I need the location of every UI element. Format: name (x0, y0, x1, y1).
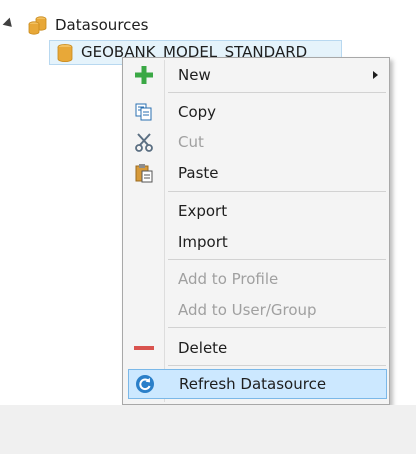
menu-item-export[interactable]: Export (126, 197, 386, 225)
menu-separator (168, 191, 386, 192)
menu-item-label: Copy (178, 103, 217, 121)
menu-item-paste[interactable]: Paste (126, 159, 386, 187)
bottom-panel (0, 405, 416, 454)
refresh-icon (136, 375, 154, 393)
menu-item-label: Add to User/Group (178, 301, 317, 319)
menu-item-import[interactable]: Import (126, 228, 386, 256)
menu-item-label: Paste (178, 164, 219, 182)
menu-item-label: Import (178, 233, 228, 251)
tree-root-label[interactable]: Datasources (55, 14, 148, 36)
menu-item-new[interactable]: New (126, 61, 386, 89)
menu-item-label: Delete (178, 339, 228, 357)
paste-icon (135, 164, 153, 183)
copy-icon (135, 103, 152, 121)
context-menu: New Copy Cut Paste Export Import Add to … (122, 57, 390, 405)
menu-item-label: Add to Profile (178, 270, 279, 288)
menu-item-refresh-datasource[interactable]: Refresh Datasource (128, 369, 387, 399)
menu-item-label: Cut (178, 133, 204, 151)
menu-item-label: Export (178, 202, 228, 220)
menu-item-add-to-profile[interactable]: Add to Profile (126, 265, 386, 293)
database-icon (28, 16, 47, 35)
menu-item-label: Refresh Datasource (179, 375, 327, 393)
submenu-arrow-icon (373, 71, 378, 79)
menu-separator (168, 259, 386, 260)
expand-arrow-icon[interactable] (2, 17, 16, 31)
menu-item-label: New (178, 66, 211, 84)
menu-item-copy[interactable]: Copy (126, 98, 386, 126)
menu-item-add-to-user-group[interactable]: Add to User/Group (126, 296, 386, 324)
menu-item-cut[interactable]: Cut (126, 128, 386, 156)
plus-icon (135, 66, 153, 84)
menu-separator (168, 92, 386, 93)
menu-separator (168, 327, 386, 328)
database-icon (57, 44, 73, 62)
menu-item-delete[interactable]: Delete (126, 334, 386, 362)
menu-separator (168, 365, 386, 366)
scissors-icon (135, 133, 153, 152)
minus-icon (134, 346, 154, 350)
